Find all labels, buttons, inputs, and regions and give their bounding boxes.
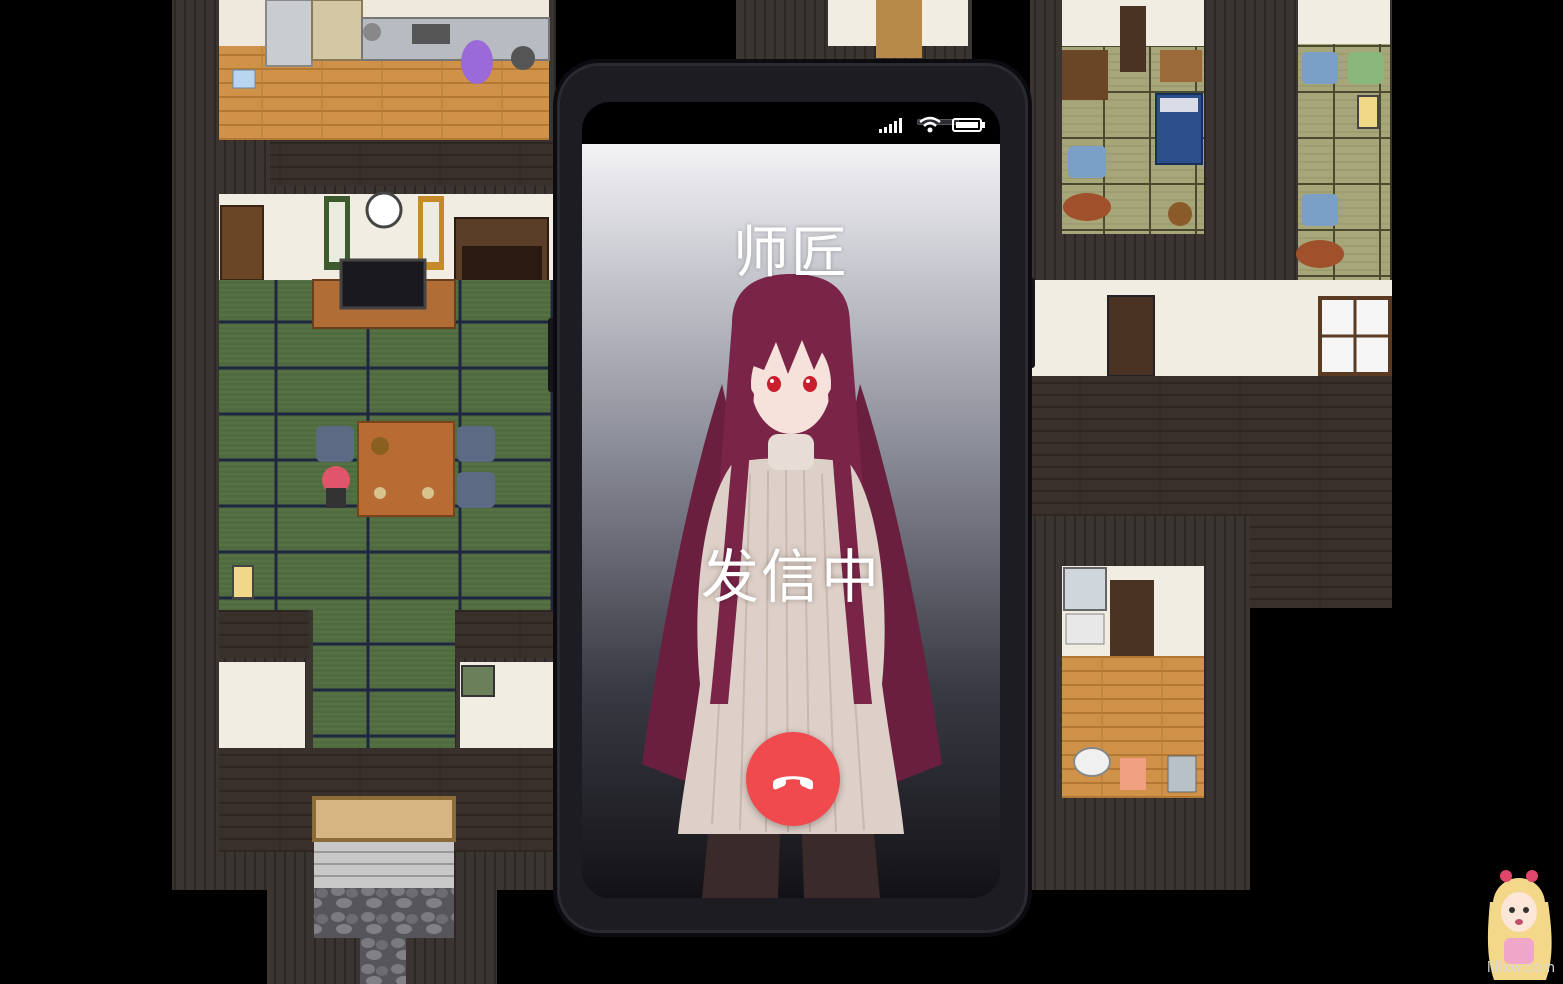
call-screen: 师匠 发信中 xyxy=(582,144,1000,898)
signal-icon xyxy=(879,118,902,133)
phone-notch xyxy=(727,102,959,138)
hangup-button[interactable] xyxy=(746,732,840,826)
wifi-icon xyxy=(919,116,941,133)
call-status: 发信中 xyxy=(700,543,881,611)
caller-name: 师匠 xyxy=(733,221,849,286)
battery-icon xyxy=(952,118,985,132)
watermark-text: lilixw.com xyxy=(1486,960,1556,976)
phone-screen: 师匠 发信中 xyxy=(582,102,1000,898)
status-bar xyxy=(878,116,986,134)
phone-hangup-icon xyxy=(773,776,813,790)
